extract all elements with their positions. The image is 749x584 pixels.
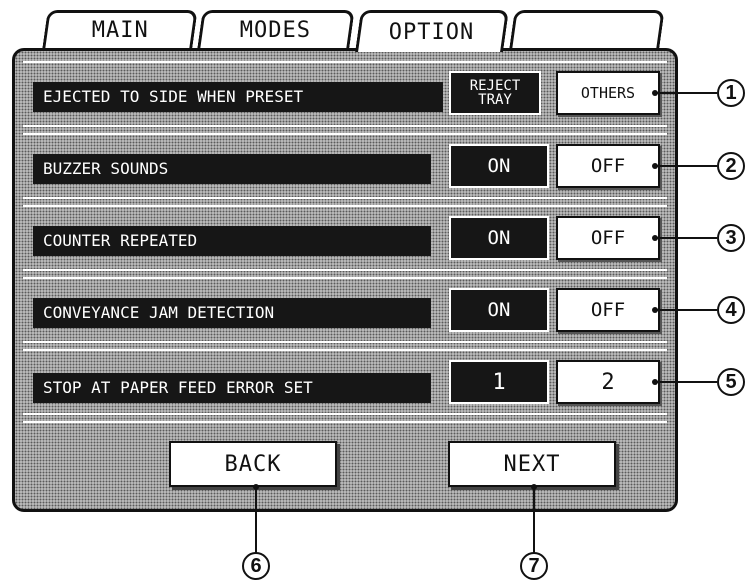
callout-leader-5 <box>655 381 717 383</box>
tab-modes-label: MODES <box>240 18 312 43</box>
reject-tray-line2: TRAY <box>478 92 512 108</box>
setting-label-feed-error: STOP AT PAPER FEED ERROR SET <box>33 373 431 403</box>
callout-6: 6 <box>242 552 270 580</box>
buzzer-off-label: OFF <box>590 155 626 177</box>
back-button-label: BACK <box>224 451 282 477</box>
feed-error-2-button[interactable]: 2 <box>556 360 660 404</box>
jam-off-label: OFF <box>590 299 626 321</box>
counter-on-button[interactable]: ON <box>449 216 549 260</box>
reject-tray-line1: REJECT <box>469 78 521 94</box>
tab-option[interactable]: OPTION <box>355 10 509 52</box>
callout-leader-1 <box>655 92 717 94</box>
counter-off-button[interactable]: OFF <box>556 216 660 260</box>
setting-label-counter: COUNTER REPEATED <box>33 226 431 256</box>
tab-main[interactable]: MAIN <box>42 10 198 48</box>
tab-option-label: OPTION <box>389 20 475 45</box>
tab-blank[interactable] <box>509 10 665 48</box>
counter-off-label: OFF <box>590 227 626 249</box>
callout-leader-3 <box>655 237 717 239</box>
jam-on-button[interactable]: ON <box>449 288 549 332</box>
next-button-label: NEXT <box>503 451 561 477</box>
feed-error-1-label: 1 <box>492 369 506 395</box>
buzzer-off-button[interactable]: OFF <box>556 144 660 188</box>
jam-off-button[interactable]: OFF <box>556 288 660 332</box>
jam-on-label: ON <box>487 299 511 321</box>
tab-modes[interactable]: MODES <box>197 10 355 48</box>
callout-1: 1 <box>717 79 745 107</box>
callout-3: 3 <box>717 224 745 252</box>
callout-5: 5 <box>717 368 745 396</box>
buzzer-on-label: ON <box>487 155 511 177</box>
feed-error-1-button[interactable]: 1 <box>449 360 549 404</box>
next-button[interactable]: NEXT <box>448 441 616 487</box>
counter-on-label: ON <box>487 227 511 249</box>
feed-error-2-label: 2 <box>601 369 615 395</box>
others-button[interactable]: OTHERS <box>556 71 660 115</box>
callout-7: 7 <box>520 552 548 580</box>
callout-leader-4 <box>655 309 717 311</box>
callout-leader-7 <box>533 487 535 553</box>
callout-leader-6 <box>255 487 257 553</box>
callout-4: 4 <box>717 296 745 324</box>
callout-leader-2 <box>655 165 717 167</box>
tab-main-label: MAIN <box>91 18 149 43</box>
others-button-label: OTHERS <box>580 84 636 102</box>
buzzer-on-button[interactable]: ON <box>449 144 549 188</box>
reject-tray-button[interactable]: REJECT TRAY <box>449 71 541 115</box>
setting-label-eject: EJECTED TO SIDE WHEN PRESET <box>33 82 443 112</box>
back-button[interactable]: BACK <box>169 441 337 487</box>
setting-label-jam: CONVEYANCE JAM DETECTION <box>33 298 431 328</box>
callout-2: 2 <box>717 152 745 180</box>
setting-label-buzzer: BUZZER SOUNDS <box>33 154 431 184</box>
